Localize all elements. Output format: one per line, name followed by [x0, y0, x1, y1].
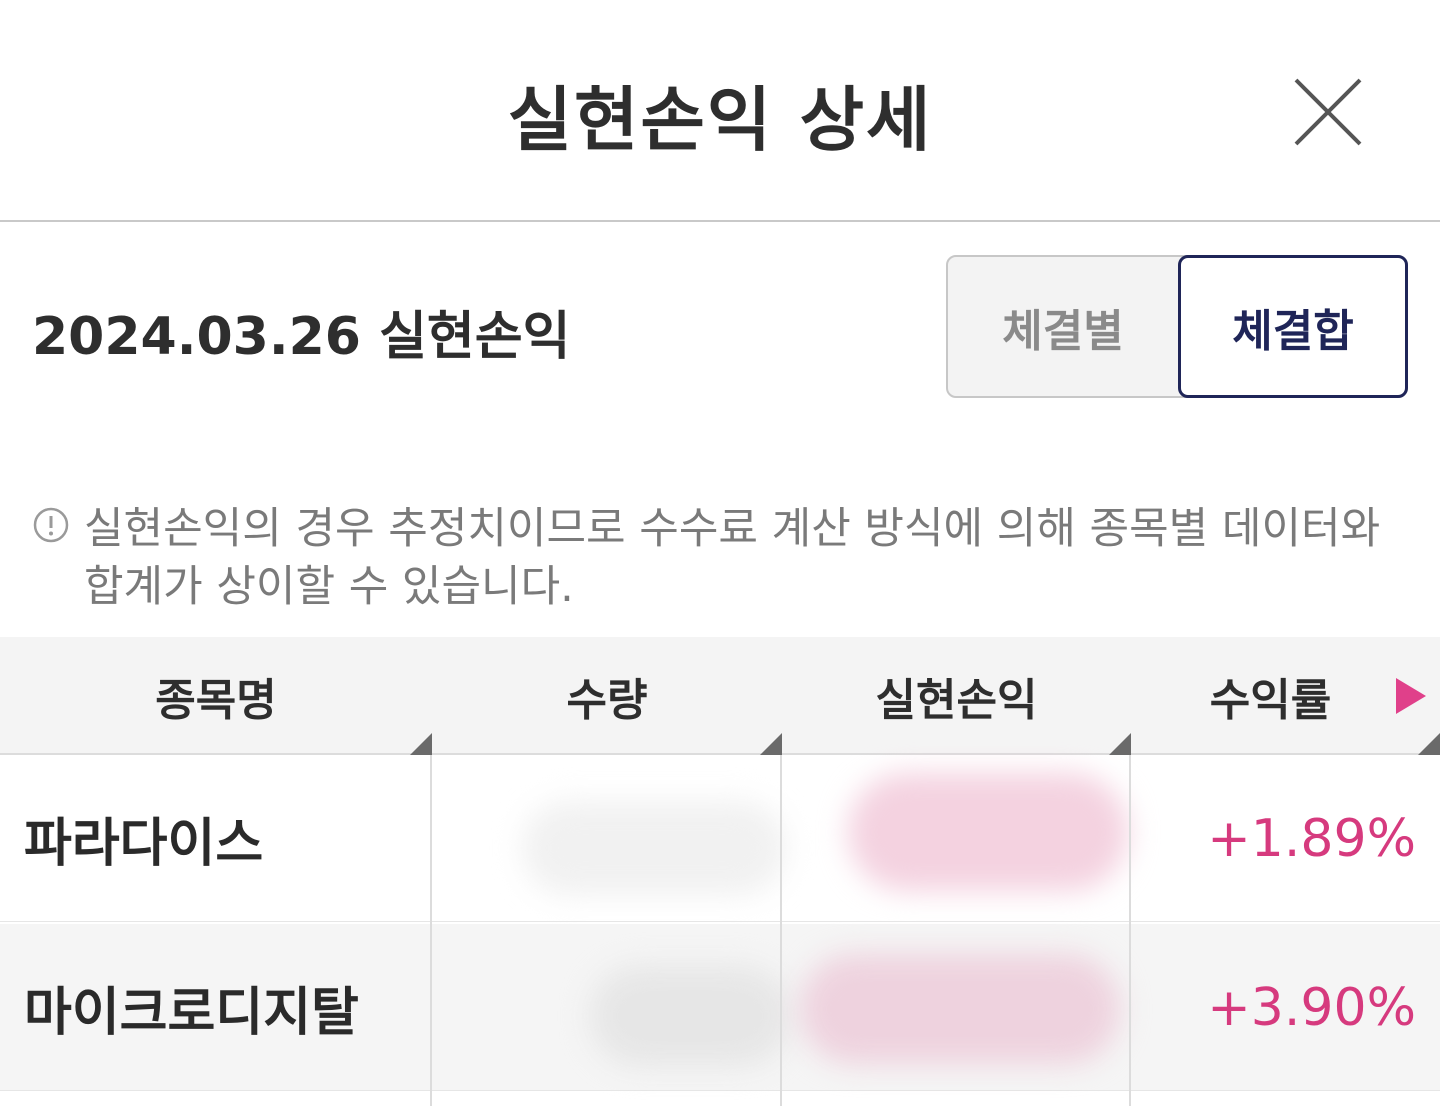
column-header-label: 실현손익 — [875, 675, 1038, 726]
segment-control: 체결별 체결합 — [946, 255, 1408, 398]
redacted-quantity — [590, 966, 790, 1066]
triangle-right-icon[interactable] — [1396, 678, 1426, 714]
table-row[interactable]: 파라다이스 +1.89% — [0, 755, 1440, 922]
column-header-return-rate[interactable]: 수익률 — [1131, 637, 1440, 755]
redacted-pnl — [800, 954, 1120, 1064]
column-header-label: 종목명 — [155, 675, 277, 726]
table-row[interactable]: 마이크로디지탈 +3.90% — [0, 924, 1440, 1091]
sort-corner-icon — [1418, 733, 1440, 755]
sort-corner-icon — [410, 733, 432, 755]
column-header-realized-pnl[interactable]: 실현손익 — [782, 637, 1131, 755]
column-divider — [780, 755, 782, 1106]
return-rate: +3.90% — [1207, 977, 1416, 1038]
page-title: 실현손익 상세 — [507, 79, 933, 161]
column-header-label: 수익률 — [1209, 675, 1332, 726]
close-button[interactable] — [1286, 70, 1370, 154]
stock-name: 파라다이스 — [24, 814, 264, 874]
sort-corner-icon — [760, 733, 782, 755]
info-circle-icon — [33, 507, 69, 543]
column-header-name[interactable]: 종목명 — [0, 637, 432, 755]
sort-corner-icon — [1109, 733, 1131, 755]
redacted-quantity — [522, 801, 786, 895]
column-divider — [430, 755, 432, 1106]
modal-header: 실현손익 상세 — [0, 0, 1440, 222]
return-rate: +1.89% — [1207, 808, 1416, 869]
column-divider — [1129, 755, 1131, 1106]
tab-execution-sum[interactable]: 체결합 — [1178, 255, 1408, 398]
close-icon — [1294, 78, 1362, 146]
stock-name: 마이크로디지탈 — [24, 983, 359, 1043]
redacted-pnl — [848, 773, 1128, 891]
column-header-quantity[interactable]: 수량 — [432, 637, 782, 755]
summary-title: 2024.03.26 실현손익 — [32, 307, 571, 367]
notice-text: 실현손익의 경우 추정치이므로 수수료 계산 방식에 의해 종목별 데이터와 합… — [84, 504, 1381, 612]
pnl-table: 종목명 수량 실현손익 수익률 파라다이스 +1.89% 마이크로디지탈 +3.… — [0, 637, 1440, 1106]
column-header-label: 수량 — [566, 675, 648, 726]
table-header: 종목명 수량 실현손익 수익률 — [0, 637, 1440, 755]
tab-by-execution[interactable]: 체결별 — [948, 257, 1178, 396]
